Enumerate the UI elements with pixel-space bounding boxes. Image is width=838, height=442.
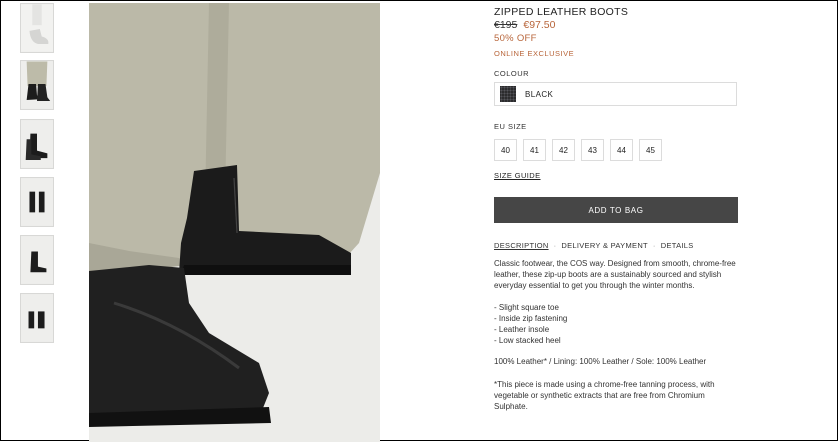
size-option-45[interactable]: 45 bbox=[639, 139, 662, 161]
size-option-40[interactable]: 40 bbox=[494, 139, 517, 161]
size-option-41[interactable]: 41 bbox=[523, 139, 546, 161]
thumbnail-6[interactable] bbox=[20, 293, 54, 343]
tab-description[interactable]: DESCRIPTION bbox=[494, 241, 549, 250]
list-item: - Leather insole bbox=[494, 325, 550, 334]
price-row: €195 €97.50 bbox=[494, 19, 555, 31]
product-hero-image bbox=[89, 3, 380, 442]
tanning-note: *This piece is made using a chrome-free … bbox=[494, 380, 715, 411]
original-price: €195 bbox=[494, 19, 518, 31]
size-guide-link[interactable]: SIZE GUIDE bbox=[494, 171, 541, 180]
colour-selector[interactable]: BLACK bbox=[494, 82, 737, 106]
product-title: ZIPPED LEATHER BOOTS bbox=[494, 6, 629, 18]
tab-details[interactable]: DETAILS bbox=[661, 241, 694, 250]
selected-colour: BLACK bbox=[525, 89, 554, 99]
online-exclusive-badge: ONLINE EXCLUSIVE bbox=[494, 49, 575, 58]
size-option-44[interactable]: 44 bbox=[610, 139, 633, 161]
list-item: - Inside zip fastening bbox=[494, 314, 568, 323]
size-label: EU SIZE bbox=[494, 122, 527, 131]
thumbnail-1[interactable] bbox=[20, 3, 54, 53]
tab-delivery-payment[interactable]: DELIVERY & PAYMENT bbox=[561, 241, 648, 250]
size-option-43[interactable]: 43 bbox=[581, 139, 604, 161]
feature-list: - Slight square toe - Inside zip fasteni… bbox=[494, 302, 567, 346]
discount-badge: 50% OFF bbox=[494, 33, 537, 44]
material-composition: 100% Leather* / Lining: 100% Leather / S… bbox=[494, 357, 707, 366]
tab-separator: · bbox=[652, 241, 656, 250]
tab-separator: · bbox=[553, 241, 557, 250]
list-item: - Low stacked heel bbox=[494, 336, 561, 345]
thumbnail-2[interactable] bbox=[20, 60, 54, 110]
thumbnail-4[interactable] bbox=[20, 177, 54, 227]
size-option-42[interactable]: 42 bbox=[552, 139, 575, 161]
description-paragraph: Classic footwear, the COS way. Designed … bbox=[494, 259, 736, 290]
size-options: 40 41 42 43 44 45 bbox=[494, 139, 668, 161]
colour-swatch bbox=[500, 86, 516, 102]
sale-price: €97.50 bbox=[523, 19, 556, 31]
add-to-bag-button[interactable]: ADD TO BAG bbox=[494, 197, 738, 223]
thumbnail-5[interactable] bbox=[20, 235, 54, 285]
info-tabs: DESCRIPTION · DELIVERY & PAYMENT · DETAILS bbox=[494, 241, 694, 250]
description-text: Classic footwear, the COS way. Designed … bbox=[494, 258, 739, 291]
list-item: - Slight square toe bbox=[494, 303, 559, 312]
thumbnail-3[interactable] bbox=[20, 119, 54, 169]
colour-label: COLOUR bbox=[494, 69, 530, 78]
